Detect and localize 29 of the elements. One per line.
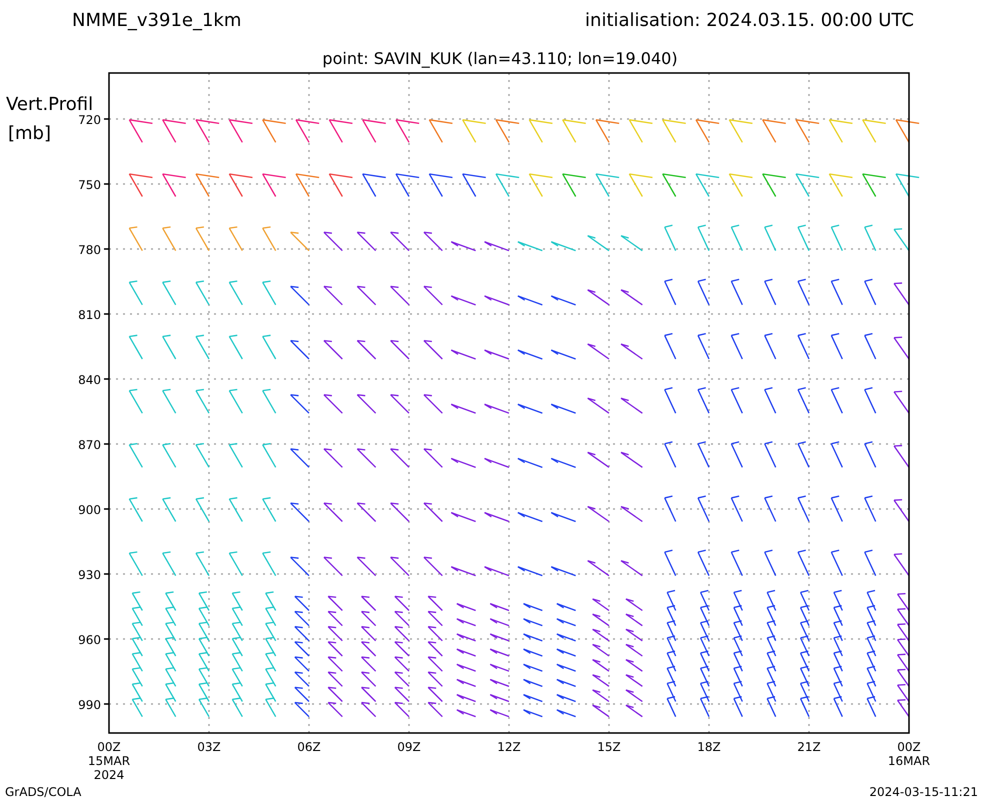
model-name: NMME_v391e_1km	[72, 10, 242, 31]
x-tick-label: 03Z	[197, 740, 221, 754]
axis-title: Vert.Profil	[6, 94, 94, 115]
y-tick-label: 870	[78, 438, 101, 452]
date-label: 16MAR	[888, 754, 930, 768]
y-tick-label: 720	[78, 113, 101, 127]
y-tick-label: 780	[78, 243, 101, 257]
axis-unit: [mb]	[8, 123, 52, 144]
x-tick-label: 15Z	[597, 740, 621, 754]
y-tick-label: 990	[78, 698, 101, 712]
x-tick-label: 06Z	[297, 740, 321, 754]
year-label: 2024	[94, 768, 124, 782]
x-tick-label: 21Z	[797, 740, 821, 754]
initialisation-time: initialisation: 2024.03.15. 00:00 UTC	[585, 10, 914, 31]
y-tick-label: 750	[78, 178, 101, 192]
y-tick-label: 960	[78, 633, 101, 647]
x-tick-label: 00Z	[897, 740, 921, 754]
y-tick-label: 840	[78, 373, 101, 387]
x-tick-label: 09Z	[397, 740, 421, 754]
credit-label: GrADS/COLA	[5, 785, 82, 799]
x-tick-label: 00Z	[97, 740, 121, 754]
x-tick-label: 18Z	[697, 740, 721, 754]
y-tick-label: 930	[78, 568, 101, 582]
y-tick-label: 810	[78, 308, 101, 322]
y-tick-label: 900	[78, 503, 101, 517]
date-label: 15MAR	[88, 754, 130, 768]
point-title: point: SAVIN_KUK (lan=43.110; lon=19.040)	[322, 49, 678, 68]
timestamp-label: 2024-03-15-11:21	[869, 785, 978, 799]
x-tick-label: 12Z	[497, 740, 521, 754]
